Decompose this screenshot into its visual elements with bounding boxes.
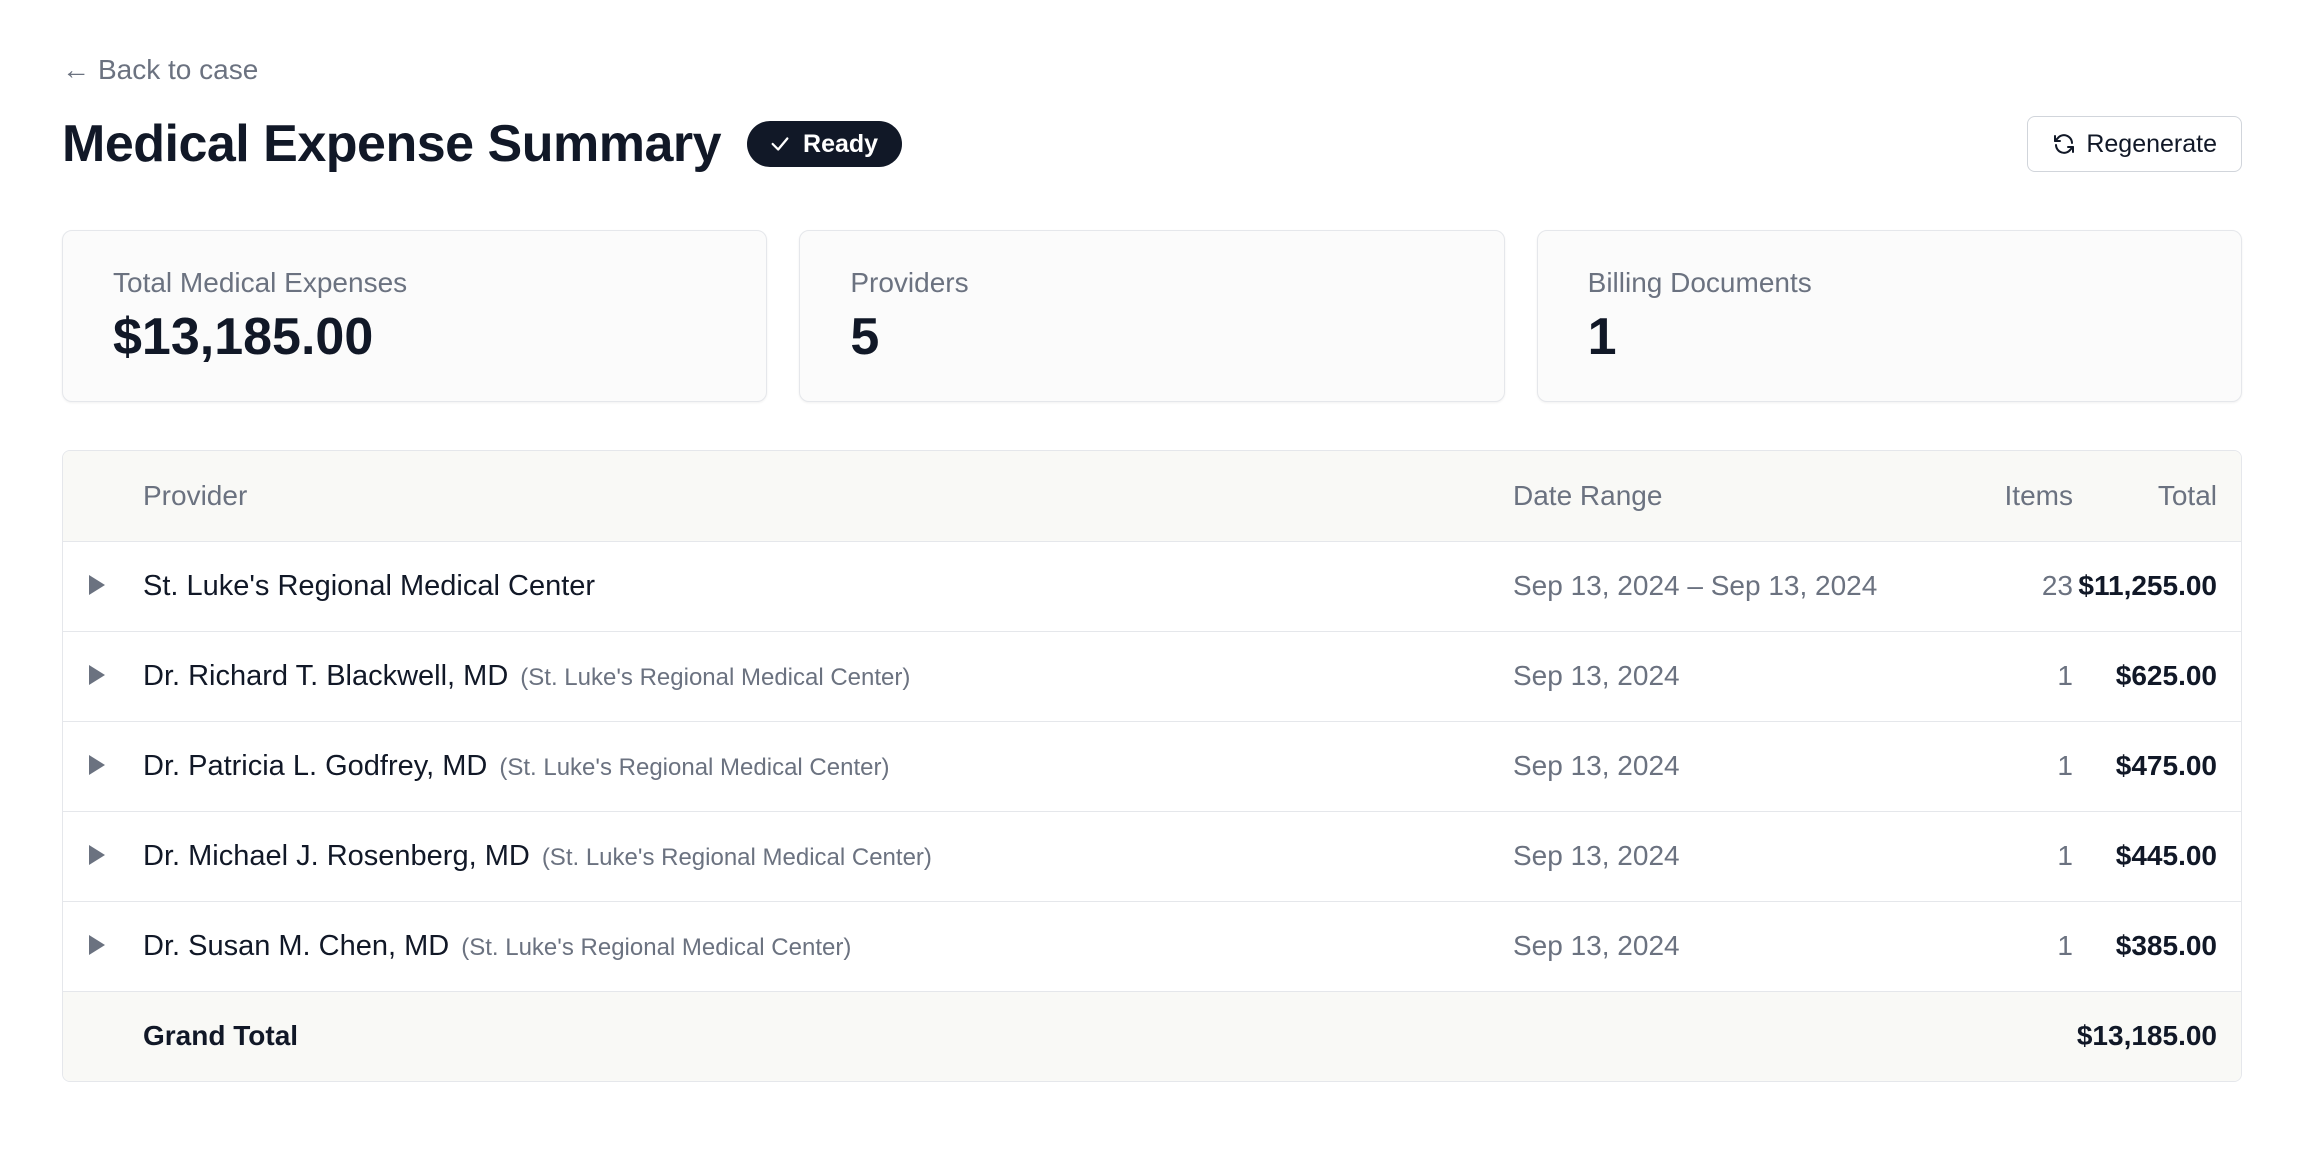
header-total: Total	[2073, 451, 2241, 542]
header-provider: Provider	[143, 451, 1513, 542]
date-range-cell: Sep 13, 2024	[1513, 631, 1943, 722]
stat-card-providers: Providers 5	[799, 230, 1505, 402]
items-cell: 1	[1943, 811, 2073, 902]
check-icon	[771, 137, 789, 151]
provider-name: Dr. Patricia L. Godfrey, MD	[143, 749, 488, 782]
page-header: Medical Expense Summary Ready Regenerate	[62, 108, 2242, 180]
items-cell: 1	[1943, 721, 2073, 812]
stat-card-total-expenses: Total Medical Expenses $13,185.00	[62, 230, 768, 402]
header-toggle-col	[63, 451, 143, 542]
stat-label: Billing Documents	[1587, 267, 1812, 298]
provider-name: St. Luke's Regional Medical Center	[143, 569, 596, 602]
stat-value: 1	[1587, 308, 1617, 366]
page: ← Back to case Medical Expense Summary R…	[0, 0, 2304, 1160]
table-row[interactable]: Dr. Richard T. Blackwell, MD (St. Luke's …	[63, 631, 2241, 722]
items-cell: 1	[1943, 631, 2073, 722]
table-row[interactable]: St. Luke's Regional Medical Center Sep 1…	[63, 541, 2241, 632]
table-header-row: Provider Date Range Items Total	[63, 451, 2241, 542]
page-title: Medical Expense Summary	[62, 115, 722, 173]
provider-org: (St. Luke's Regional Medical Center)	[461, 933, 852, 961]
back-link-label: Back to case	[98, 54, 259, 85]
provider-name: Dr. Susan M. Chen, MD	[143, 929, 450, 962]
expand-triangle-icon[interactable]	[89, 755, 105, 775]
expand-triangle-icon[interactable]	[89, 935, 105, 955]
stat-value: $13,185.00	[113, 308, 374, 366]
date-range-cell: Sep 13, 2024	[1513, 721, 1943, 812]
table-row[interactable]: Dr. Patricia L. Godfrey, MD (St. Luke's R…	[63, 721, 2241, 812]
header-items: Items	[1943, 451, 2073, 542]
regenerate-label: Regenerate	[2086, 129, 2217, 158]
back-to-case-link[interactable]: ← Back to case	[62, 52, 258, 88]
expand-triangle-icon[interactable]	[89, 575, 105, 595]
stats-row: Total Medical Expenses $13,185.00 Provid…	[62, 230, 2242, 402]
provider-org: (St. Luke's Regional Medical Center)	[541, 843, 932, 871]
total-cell: $11,255.00	[2073, 541, 2241, 632]
expand-triangle-icon[interactable]	[89, 665, 105, 685]
provider-name: Dr. Richard T. Blackwell, MD	[143, 659, 509, 692]
status-badge: Ready	[747, 121, 903, 167]
stat-card-billing-documents: Billing Documents 1	[1536, 230, 2242, 402]
stat-label: Providers	[850, 267, 969, 298]
stat-value: 5	[850, 308, 880, 366]
table-row[interactable]: Dr. Michael J. Rosenberg, MD (St. Luke's …	[63, 811, 2241, 902]
date-range-cell: Sep 13, 2024 – Sep 13, 2024	[1513, 541, 1943, 632]
provider-name: Dr. Michael J. Rosenberg, MD	[143, 839, 530, 872]
items-cell: 23	[1943, 541, 2073, 632]
items-cell: 1	[2057, 930, 2073, 961]
grand-total-row: Grand Total $13,185.00	[63, 990, 2241, 1081]
grand-total-label: Grand Total	[143, 990, 1513, 1081]
total-cell: $625.00	[2073, 631, 2241, 722]
total-cell: $475.00	[2073, 721, 2241, 812]
provider-table: Provider Date Range Items Total St. Luke…	[62, 450, 2242, 1082]
regenerate-button[interactable]: Regenerate	[2027, 116, 2242, 172]
stat-label: Total Medical Expenses	[113, 267, 408, 298]
grand-total-value: $13,185.00	[2073, 990, 2241, 1081]
expand-triangle-icon[interactable]	[89, 845, 105, 865]
header-date-range: Date Range	[1513, 451, 1943, 542]
date-range-cell: Sep 13, 2024	[1513, 811, 1943, 902]
title-group: Medical Expense Summary Ready	[62, 114, 903, 174]
provider-org: (St. Luke's Regional Medical Center)	[520, 663, 911, 691]
back-arrow-icon: ←	[62, 54, 90, 85]
total-cell: $385.00	[2115, 930, 2217, 961]
table-row[interactable]: Dr. Susan M. Chen, MD (St. Luke's Regiona…	[63, 901, 2241, 991]
total-cell: $445.00	[2073, 811, 2241, 902]
refresh-icon	[2054, 134, 2075, 154]
provider-org: (St. Luke's Regional Medical Center)	[499, 753, 890, 781]
date-range-cell: Sep 13, 2024	[1513, 930, 1680, 961]
status-badge-label: Ready	[803, 129, 879, 158]
